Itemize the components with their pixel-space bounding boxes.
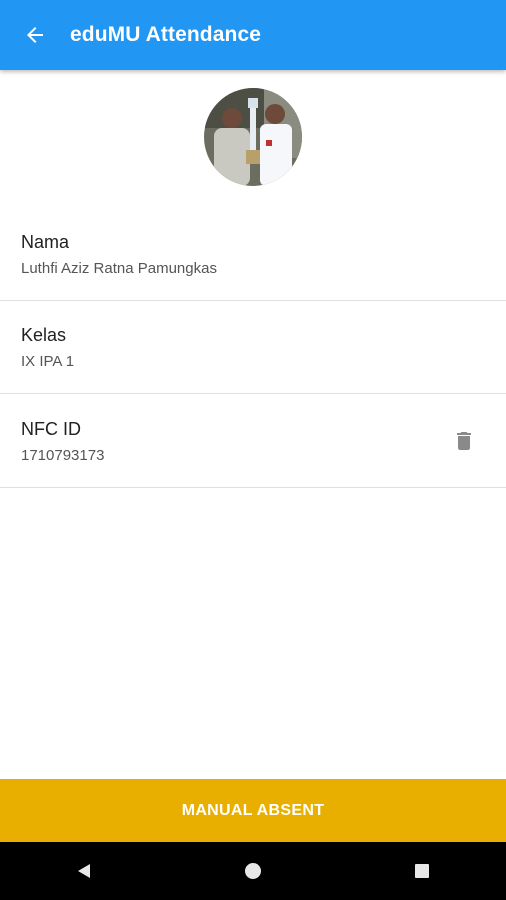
arrow-back-icon [27, 27, 43, 43]
delete-nfc-button[interactable] [452, 429, 476, 453]
field-label: NFC ID [21, 419, 81, 439]
app-title: eduMU Attendance [70, 23, 261, 46]
field-row-nfc-id: NFC ID 1710793173 [0, 395, 506, 488]
app-bar: eduMU Attendance [0, 0, 506, 70]
student-photo [204, 88, 302, 186]
manual-absent-button[interactable]: MANUAL ABSENT [0, 779, 506, 842]
field-value: IX IPA 1 [21, 353, 75, 370]
field-label: Kelas [21, 325, 67, 345]
avatar [204, 88, 302, 186]
delete-icon [457, 432, 471, 450]
field-label: Nama [21, 232, 70, 252]
field-row-kelas: Kelas IX IPA 1 [0, 301, 506, 394]
nav-back-button[interactable] [54, 842, 114, 900]
home-circle-icon [244, 863, 261, 879]
nav-recents-button[interactable] [392, 842, 452, 900]
nav-home-button[interactable] [223, 842, 283, 900]
field-value: 1710793173 [21, 447, 105, 464]
system-navbar [0, 842, 506, 900]
field-row-nama: Nama Luthfi Aziz Ratna Pamungkas [0, 208, 506, 301]
back-button[interactable] [0, 0, 70, 70]
recents-square-icon [414, 864, 429, 878]
field-value: Luthfi Aziz Ratna Pamungkas [21, 260, 217, 277]
back-triangle-icon [78, 864, 91, 878]
